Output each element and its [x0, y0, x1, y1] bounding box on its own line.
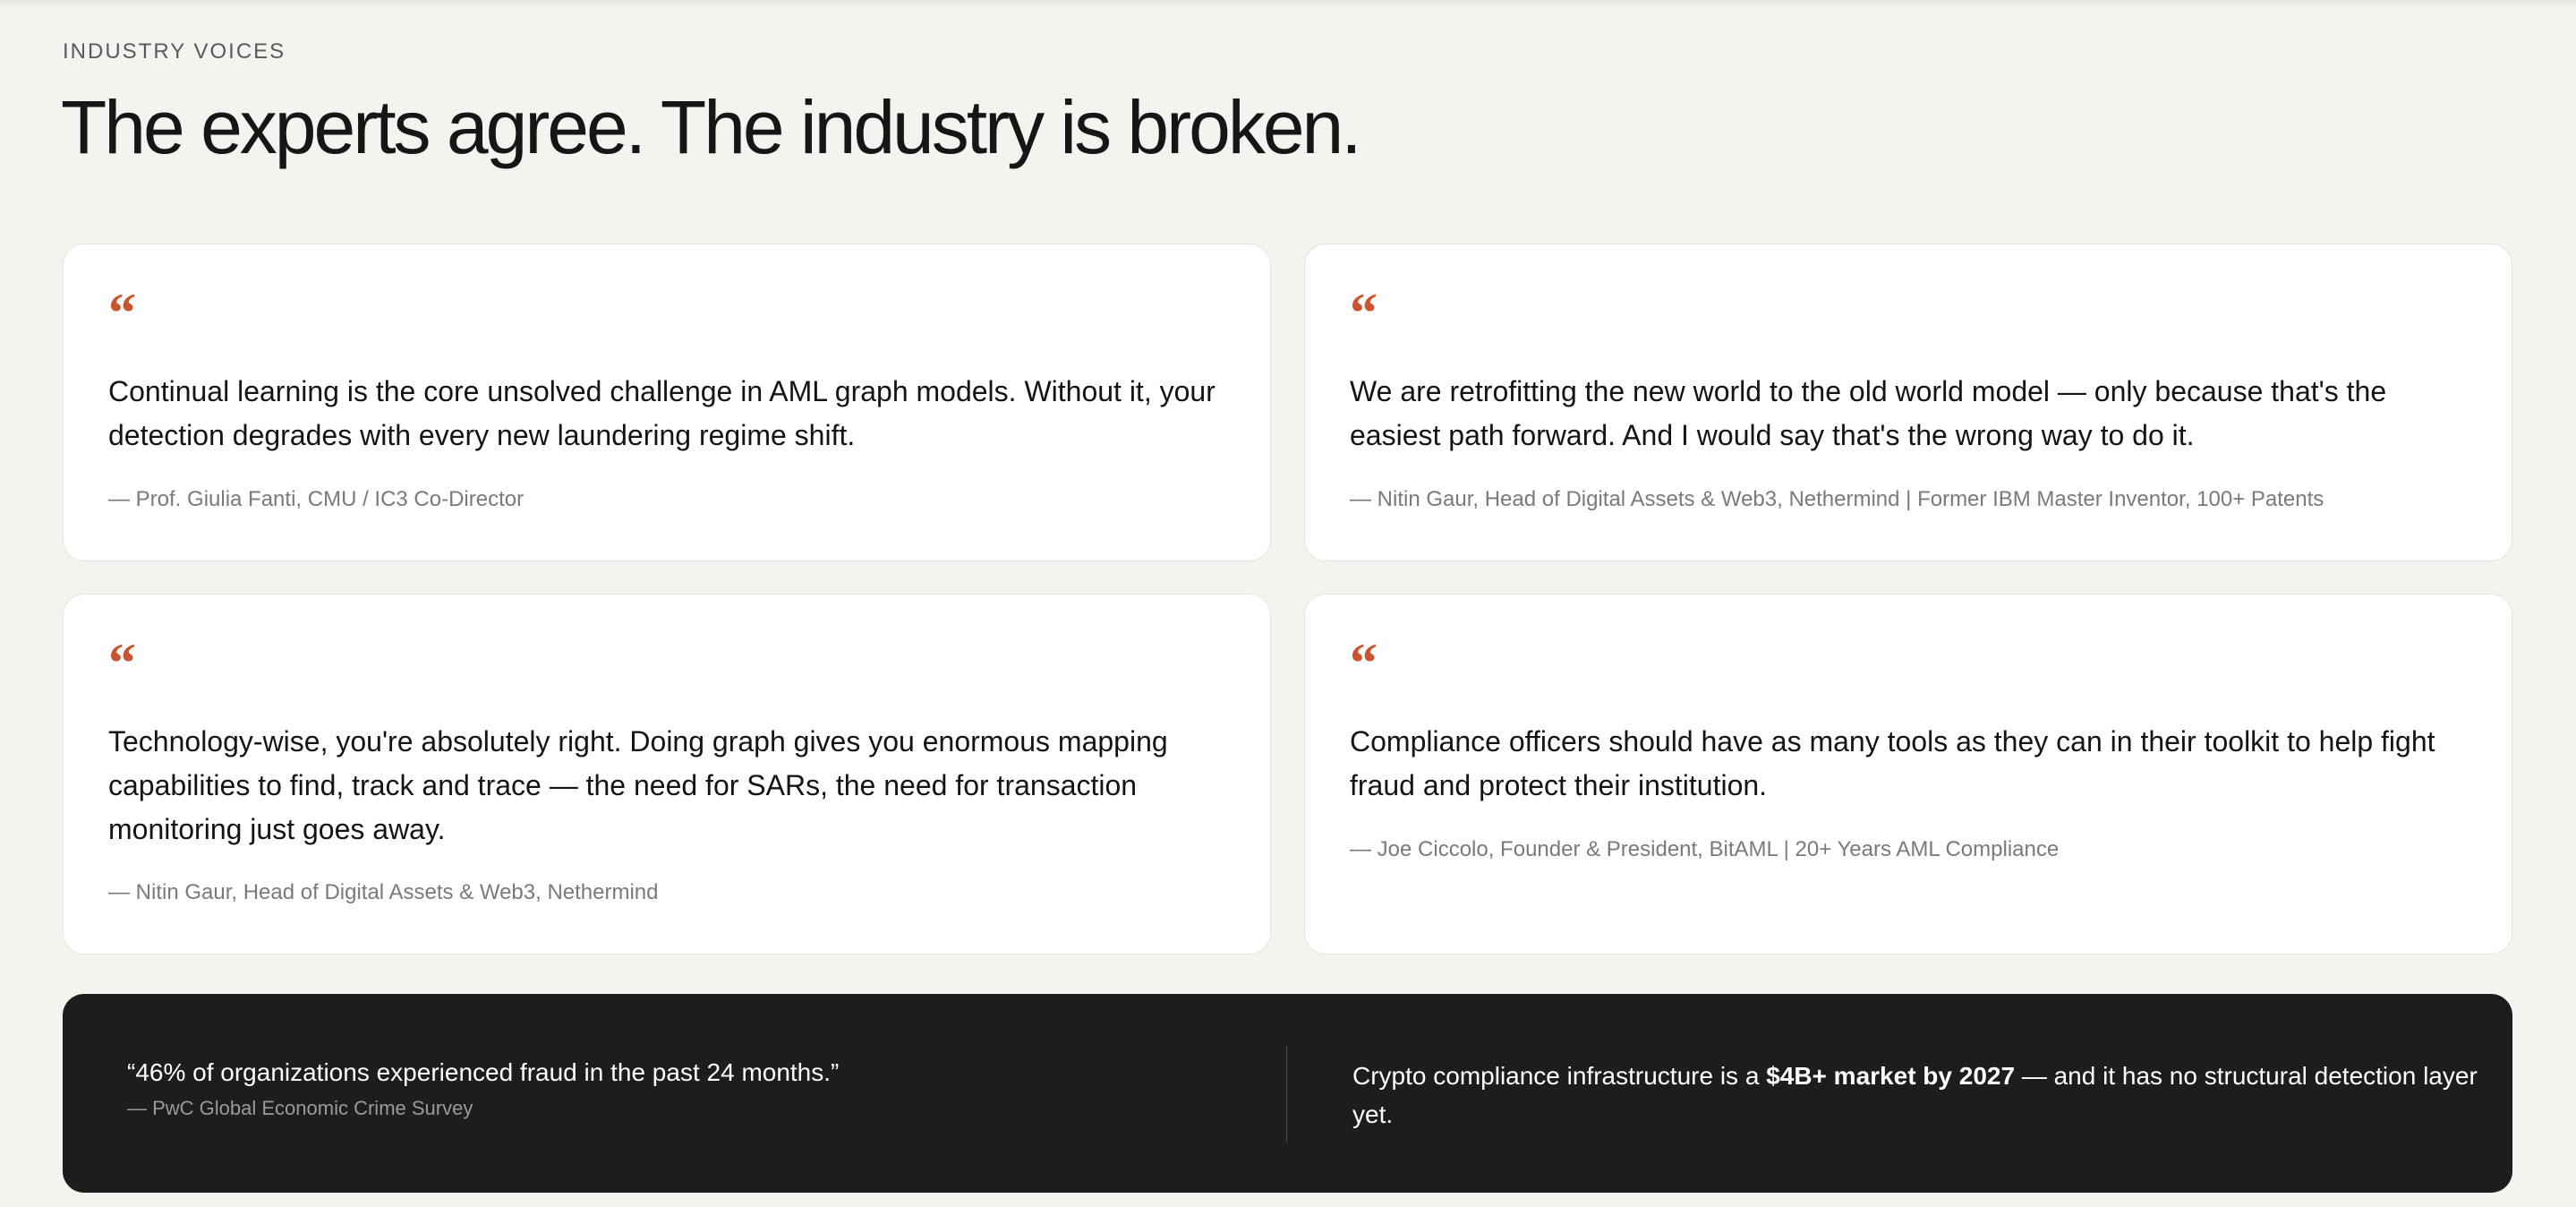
stat-market: Crypto compliance infrastructure is a $4… — [1352, 1057, 2516, 1134]
stat-market-text-start: Crypto compliance infrastructure is a — [1352, 1062, 1767, 1090]
testimonial-author: — Joe Ciccolo, Founder & President, BitA… — [1350, 837, 2060, 861]
quote-icon: “ — [108, 633, 136, 694]
stats-banner: “46% of organizations experienced fraud … — [63, 994, 2512, 1193]
quote-icon: “ — [1350, 633, 1378, 694]
testimonial-card: “ We are retrofitting the new world to t… — [1304, 244, 2512, 561]
section-headline: The experts agree. The industry is broke… — [61, 85, 1362, 169]
testimonial-card: “ Continual learning is the core unsolve… — [63, 244, 1271, 561]
stat-market-highlight: $4B+ market by 2027 — [1766, 1062, 2016, 1090]
testimonial-author: — Prof. Giulia Fanti, CMU / IC3 Co-Direc… — [108, 487, 525, 511]
stat-survey: “46% of organizations experienced fraud … — [127, 1057, 1291, 1121]
section-eyebrow: INDUSTRY VOICES — [63, 39, 286, 64]
quote-icon: “ — [1350, 283, 1378, 344]
testimonial-card: “ Technology-wise, you're absolutely rig… — [63, 594, 1271, 954]
testimonial-author: — Nitin Gaur, Head of Digital Assets & W… — [1350, 487, 2324, 511]
stats-divider — [1286, 1046, 1287, 1143]
testimonial-quote: Continual learning is the core unsolved … — [108, 375, 1215, 451]
stat-survey-source: — PwC Global Economic Crime Survey — [127, 1097, 473, 1119]
testimonial-quote: We are retrofitting the new world to the… — [1350, 375, 2387, 451]
testimonial-card: “ Compliance officers should have as man… — [1304, 594, 2512, 954]
top-edge-shadow — [0, 0, 2576, 7]
testimonial-quote: Compliance officers should have as many … — [1350, 725, 2435, 801]
quote-icon: “ — [108, 283, 136, 344]
testimonial-author: — Nitin Gaur, Head of Digital Assets & W… — [108, 880, 659, 904]
testimonial-quote: Technology-wise, you're absolutely right… — [108, 725, 1168, 845]
stat-survey-quote: “46% of organizations experienced fraud … — [127, 1058, 840, 1086]
